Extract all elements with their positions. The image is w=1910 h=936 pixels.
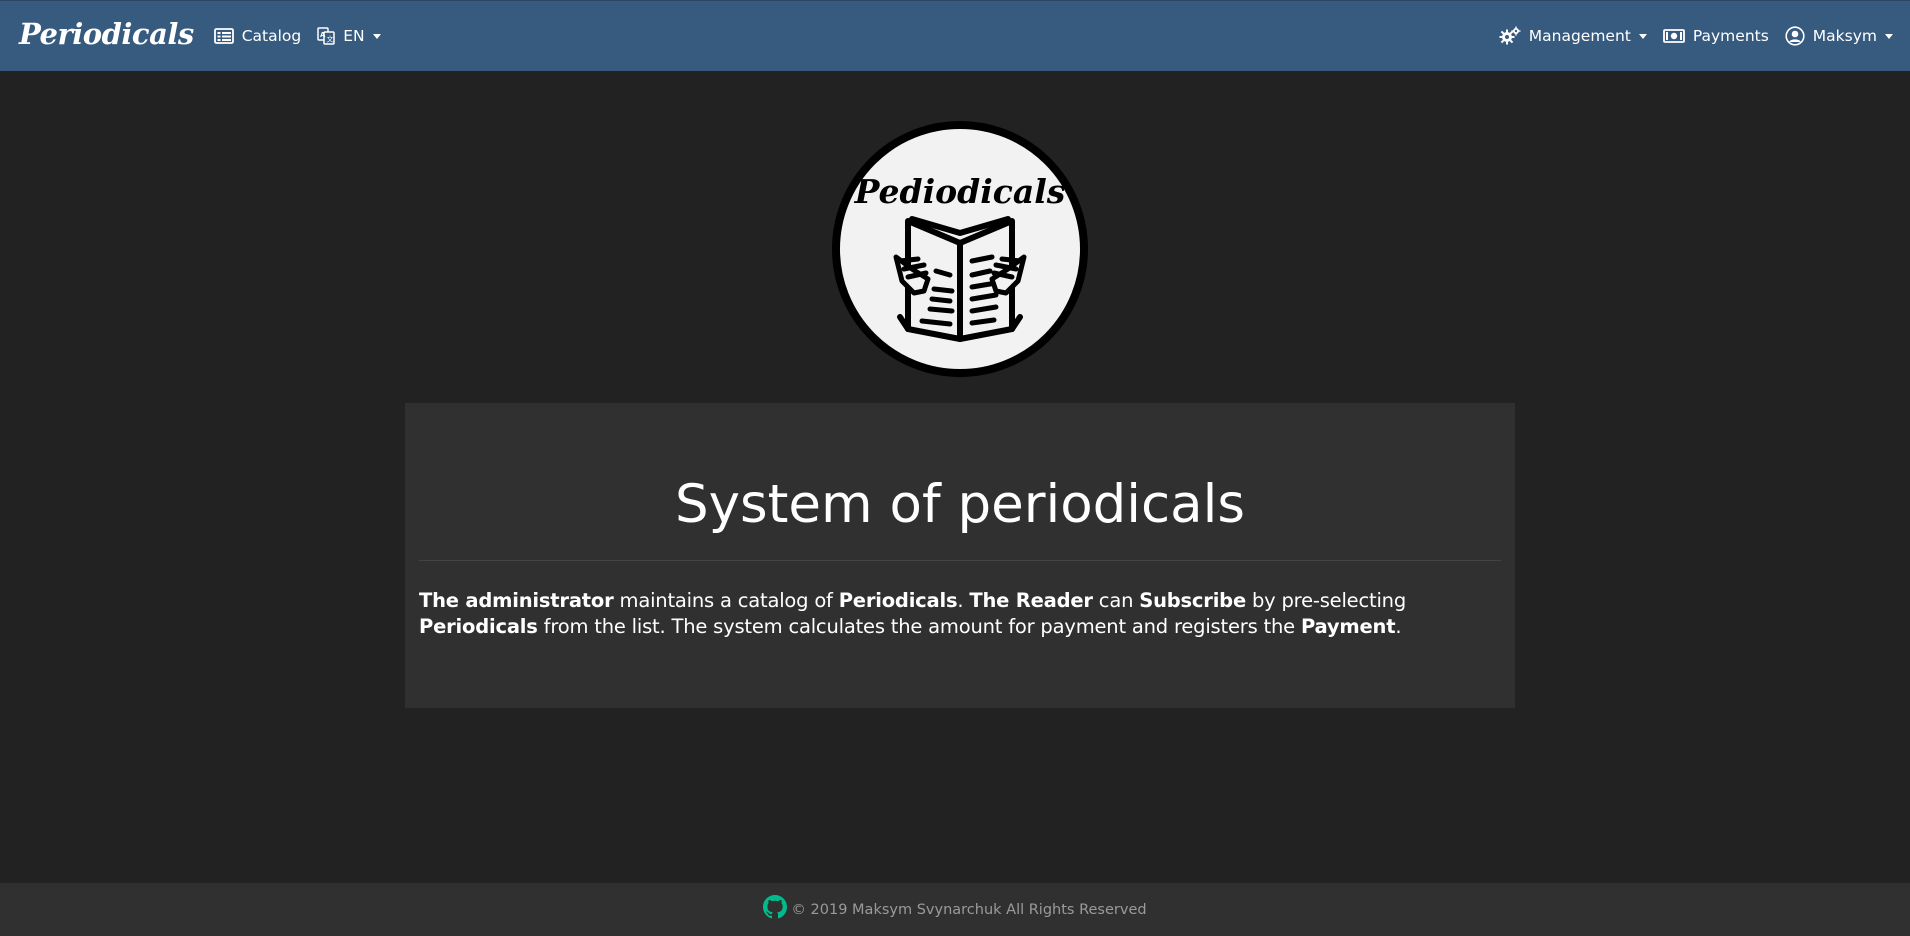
- description-emphasis: The Reader: [969, 589, 1093, 612]
- svg-text:A: A: [320, 31, 326, 39]
- svg-text:文: 文: [327, 35, 334, 44]
- user-label: Maksym: [1812, 27, 1877, 45]
- intro-panel: System of periodicals The administrator …: [405, 403, 1515, 708]
- copyright-text: © 2019 Maksym Svynarchuk All Rights Rese…: [791, 901, 1147, 918]
- site-logo: Pediodicals: [832, 121, 1088, 377]
- description-emphasis: The administrator: [419, 589, 614, 612]
- description-emphasis: Subscribe: [1139, 589, 1246, 612]
- footer: © 2019 Maksym Svynarchuk All Rights Rese…: [0, 883, 1910, 936]
- chevron-down-icon: [1638, 34, 1647, 39]
- page-title: System of periodicals: [675, 474, 1245, 535]
- chevron-down-icon: [1885, 34, 1893, 39]
- user-dropdown[interactable]: Maksym: [1785, 26, 1893, 46]
- divider: [419, 560, 1501, 561]
- navbar-right: Management Payments Maksym: [1483, 26, 1893, 46]
- management-dropdown[interactable]: Management: [1499, 26, 1647, 46]
- description-text: can: [1092, 589, 1140, 612]
- nav-catalog-link[interactable]: Catalog: [213, 27, 302, 45]
- payments-label: Payments: [1692, 27, 1769, 45]
- description-text: from the list. The system calculates the…: [537, 615, 1301, 638]
- gears-icon: [1499, 26, 1521, 45]
- description-text: .: [957, 589, 970, 612]
- language-dropdown[interactable]: A 文 EN: [317, 27, 381, 45]
- catalog-icon: [213, 28, 234, 44]
- intro-description: The administrator maintains a catalog of…: [419, 588, 1501, 640]
- language-icon: A 文: [317, 27, 335, 45]
- nav-catalog-label: Catalog: [241, 27, 302, 45]
- description-emphasis: Payment: [1300, 615, 1396, 638]
- money-icon: [1662, 29, 1685, 43]
- top-navbar: Periodicals Catalog A 文 EN Management Pa…: [0, 0, 1910, 71]
- description-text: .: [1395, 615, 1402, 638]
- language-label: EN: [343, 27, 365, 45]
- github-icon[interactable]: [763, 894, 788, 919]
- logo-text: Pediodicals: [854, 172, 1066, 211]
- brand-logo[interactable]: Periodicals: [19, 17, 194, 51]
- nav-payments-link[interactable]: Payments: [1662, 27, 1769, 45]
- navbar-left: Periodicals Catalog A 文 EN: [19, 17, 397, 51]
- chevron-down-icon: [372, 34, 381, 39]
- description-emphasis: Periodicals: [838, 589, 958, 612]
- reader-newspaper-icon: Pediodicals: [832, 121, 1088, 377]
- description-text: maintains a catalog of: [613, 589, 839, 612]
- description-text: by pre-selecting: [1245, 589, 1406, 612]
- management-label: Management: [1528, 27, 1631, 45]
- description-emphasis: Periodicals: [419, 615, 538, 638]
- user-icon: [1785, 26, 1805, 46]
